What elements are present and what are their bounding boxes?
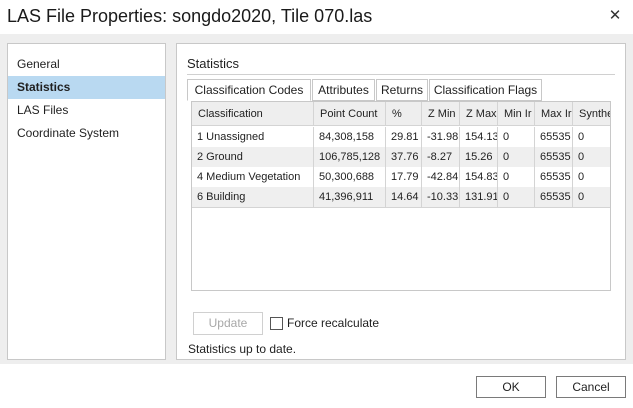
cell-point-count: 106,785,128 xyxy=(314,147,386,167)
cell-synthetic: 0 xyxy=(573,127,610,147)
table-bottom-rule xyxy=(192,207,610,208)
panel-heading: Statistics xyxy=(187,56,240,71)
cell-max-intensity: 65535 xyxy=(535,127,573,147)
column-header-min-intensity[interactable]: Min Ir xyxy=(498,102,535,126)
cell-classification: 6 Building xyxy=(192,187,314,207)
column-header-classification[interactable]: Classification xyxy=(192,102,314,126)
cell-min-intensity: 0 xyxy=(498,147,535,167)
sidebar-nav: General Statistics LAS Files Coordinate … xyxy=(7,43,166,360)
las-file-properties-dialog: LAS File Properties: songdo2020, Tile 07… xyxy=(0,0,633,408)
cell-point-count: 50,300,688 xyxy=(314,167,386,187)
cell-z-min: -42.84 xyxy=(422,167,460,187)
cell-min-intensity: 0 xyxy=(498,127,535,147)
sidebar-item-statistics[interactable]: Statistics xyxy=(8,76,165,99)
cell-point-count: 41,396,911 xyxy=(314,187,386,207)
dialog-title: LAS File Properties: songdo2020, Tile 07… xyxy=(7,6,373,26)
cell-classification: 1 Unassigned xyxy=(192,127,314,147)
tab-returns[interactable]: Returns xyxy=(376,79,428,101)
heading-divider xyxy=(187,74,615,75)
column-header-synthetic[interactable]: Synthe xyxy=(573,102,610,126)
cell-z-min: -8.27 xyxy=(422,147,460,167)
cell-synthetic: 0 xyxy=(573,187,610,207)
tab-classification-flags[interactable]: Classification Flags xyxy=(429,79,542,101)
cell-percent: 37.76 xyxy=(386,147,422,167)
cell-synthetic: 0 xyxy=(573,167,610,187)
sidebar-item-coordinate-system[interactable]: Coordinate System xyxy=(8,122,165,145)
force-recalculate-label[interactable]: Force recalculate xyxy=(287,316,379,330)
column-header-z-max[interactable]: Z Max xyxy=(460,102,498,126)
classification-table: Classification Point Count % Z Min Z Max… xyxy=(191,101,611,291)
column-header-percent[interactable]: % xyxy=(386,102,422,126)
cell-z-max: 131.91 xyxy=(460,187,498,207)
cell-z-max: 154.13 xyxy=(460,127,498,147)
cell-max-intensity: 65535 xyxy=(535,187,573,207)
sidebar-item-las-files[interactable]: LAS Files xyxy=(8,99,165,122)
column-header-max-intensity[interactable]: Max Ir xyxy=(535,102,573,126)
dialog-footer: OK Cancel xyxy=(0,364,633,408)
cell-max-intensity: 65535 xyxy=(535,167,573,187)
cell-synthetic: 0 xyxy=(573,147,610,167)
tab-attributes[interactable]: Attributes xyxy=(312,79,375,101)
statistics-status: Statistics up to date. xyxy=(188,342,297,356)
cell-z-max: 154.83 xyxy=(460,167,498,187)
cell-classification: 2 Ground xyxy=(192,147,314,167)
cancel-button[interactable]: Cancel xyxy=(556,376,626,398)
tab-classification-codes[interactable]: Classification Codes xyxy=(187,79,311,101)
column-header-point-count[interactable]: Point Count xyxy=(314,102,386,126)
cell-min-intensity: 0 xyxy=(498,187,535,207)
cell-percent: 17.79 xyxy=(386,167,422,187)
dialog-body: General Statistics LAS Files Coordinate … xyxy=(0,34,633,364)
table-header: Classification Point Count % Z Min Z Max… xyxy=(192,102,610,126)
cell-max-intensity: 65535 xyxy=(535,147,573,167)
table-row[interactable]: 2 Ground 106,785,128 37.76 -8.27 15.26 0… xyxy=(192,147,610,167)
cell-percent: 14.64 xyxy=(386,187,422,207)
close-icon[interactable]: ✕ xyxy=(605,6,625,26)
title-bar: LAS File Properties: songdo2020, Tile 07… xyxy=(0,0,633,34)
cell-z-min: -31.98 xyxy=(422,127,460,147)
cell-percent: 29.81 xyxy=(386,127,422,147)
table-row[interactable]: 1 Unassigned 84,308,158 29.81 -31.98 154… xyxy=(192,127,610,147)
force-recalculate-checkbox[interactable] xyxy=(270,317,283,330)
cell-point-count: 84,308,158 xyxy=(314,127,386,147)
table-row[interactable]: 4 Medium Vegetation 50,300,688 17.79 -42… xyxy=(192,167,610,187)
update-button[interactable]: Update xyxy=(193,312,263,335)
ok-button[interactable]: OK xyxy=(476,376,546,398)
column-header-z-min[interactable]: Z Min xyxy=(422,102,460,126)
cell-classification: 4 Medium Vegetation xyxy=(192,167,314,187)
cell-z-min: -10.33 xyxy=(422,187,460,207)
sidebar-item-general[interactable]: General xyxy=(8,53,165,76)
cell-min-intensity: 0 xyxy=(498,167,535,187)
statistics-panel: Statistics Classification Codes Attribut… xyxy=(176,43,626,360)
table-row[interactable]: 6 Building 41,396,911 14.64 -10.33 131.9… xyxy=(192,187,610,207)
cell-z-max: 15.26 xyxy=(460,147,498,167)
